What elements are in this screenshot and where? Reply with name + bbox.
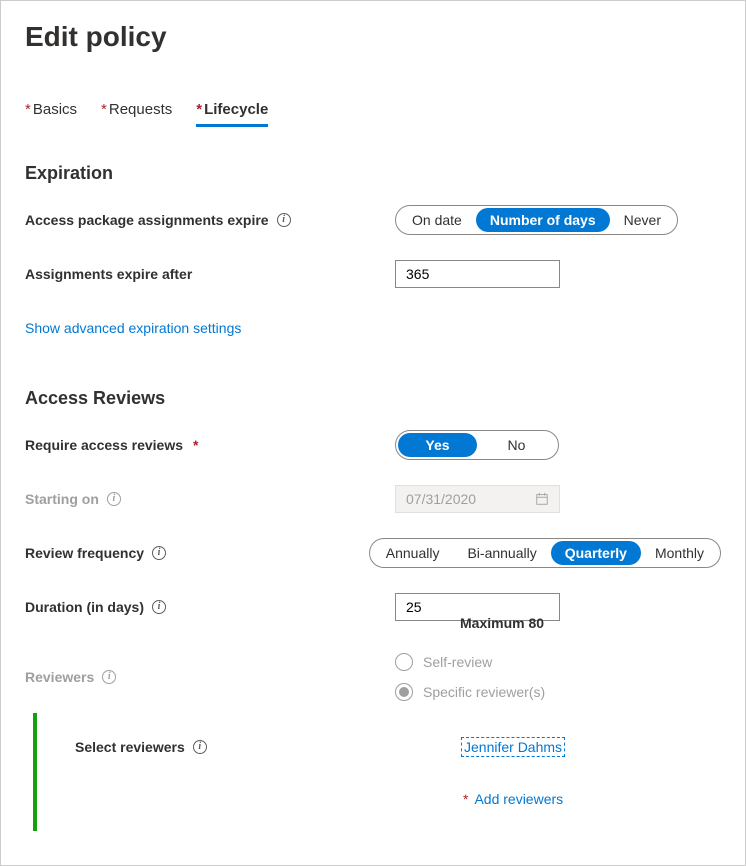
require-reviews-toggle: Yes No <box>395 430 559 460</box>
pill-no[interactable]: No <box>477 433 556 457</box>
reviewers-radio-group: Self-review Specific reviewer(s) <box>395 653 721 701</box>
assignments-expire-label: Access package assignments expire i <box>25 212 395 228</box>
radio-specific-reviewers: Specific reviewer(s) <box>395 683 721 701</box>
page-title: Edit policy <box>25 21 721 53</box>
expire-after-label: Assignments expire after <box>25 266 395 282</box>
pill-bi-annually[interactable]: Bi-annually <box>453 541 550 565</box>
select-reviewers-block: Select reviewers i Jennifer Dahms * Add … <box>33 713 721 831</box>
pill-on-date[interactable]: On date <box>398 208 476 232</box>
access-reviews-heading: Access Reviews <box>25 388 721 409</box>
require-reviews-label: Require access reviews* <box>25 437 395 453</box>
expiration-heading: Expiration <box>25 163 721 184</box>
starting-on-input: 07/31/2020 <box>395 485 560 513</box>
starting-on-label: Starting on i <box>25 491 395 507</box>
radio-self-review: Self-review <box>395 653 721 671</box>
select-reviewers-label: Select reviewers i <box>75 737 403 755</box>
reviewers-label: Reviewers i <box>25 669 395 685</box>
calendar-icon <box>535 492 549 506</box>
duration-label: Duration (in days) i <box>25 599 395 615</box>
required-icon: * <box>463 791 468 807</box>
info-icon[interactable]: i <box>152 546 166 560</box>
pill-quarterly[interactable]: Quarterly <box>551 541 641 565</box>
pill-yes[interactable]: Yes <box>398 433 477 457</box>
expire-after-input[interactable] <box>395 260 560 288</box>
tab-lifecycle[interactable]: *Lifecycle <box>196 101 268 127</box>
radio-icon <box>395 683 413 701</box>
pill-annually[interactable]: Annually <box>372 541 454 565</box>
info-icon[interactable]: i <box>152 600 166 614</box>
expire-mode-group: On date Number of days Never <box>395 205 678 235</box>
info-icon[interactable]: i <box>102 670 116 684</box>
selected-reviewer-chip[interactable]: Jennifer Dahms <box>461 737 565 757</box>
review-frequency-label: Review frequency i <box>25 545 369 561</box>
info-icon[interactable]: i <box>277 213 291 227</box>
radio-icon <box>395 653 413 671</box>
tab-requests[interactable]: *Requests <box>101 101 172 127</box>
tab-basics[interactable]: *Basics <box>25 101 77 127</box>
pill-never[interactable]: Never <box>610 208 675 232</box>
pill-monthly[interactable]: Monthly <box>641 541 718 565</box>
add-reviewers-link[interactable]: * Add reviewers <box>461 791 565 807</box>
tab-bar: *Basics *Requests *Lifecycle <box>25 101 721 127</box>
info-icon[interactable]: i <box>107 492 121 506</box>
frequency-group: Annually Bi-annually Quarterly Monthly <box>369 538 721 568</box>
show-advanced-expiration-link[interactable]: Show advanced expiration settings <box>25 320 241 336</box>
info-icon[interactable]: i <box>193 740 207 754</box>
pill-number-of-days[interactable]: Number of days <box>476 208 610 232</box>
